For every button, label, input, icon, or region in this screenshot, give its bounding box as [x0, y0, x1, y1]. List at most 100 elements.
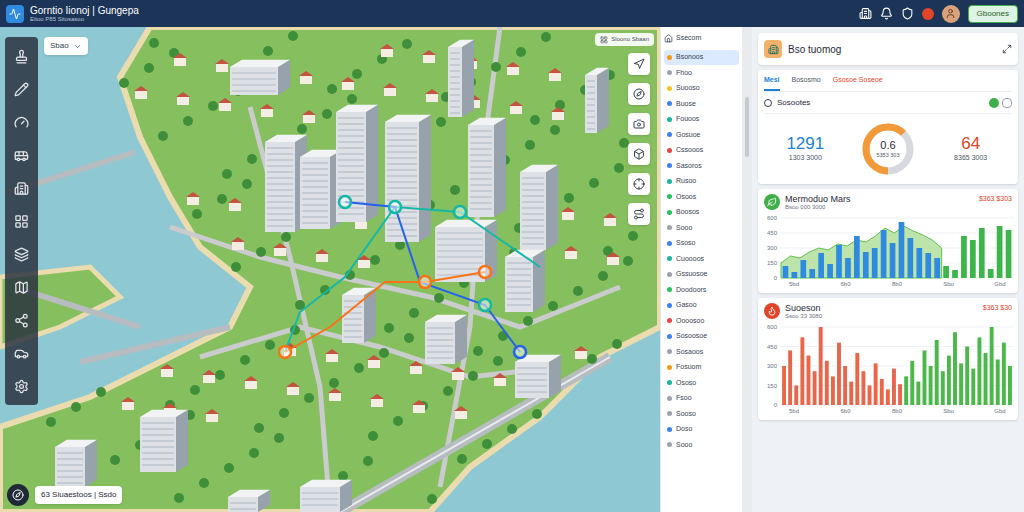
building — [300, 150, 342, 229]
route-node[interactable] — [514, 346, 526, 358]
house — [370, 394, 384, 407]
map-status: 63 Siuaestoos | Ssdo — [35, 486, 122, 504]
bar-chart: 60045030015005bd6b08b0SbuGbd — [764, 214, 1014, 288]
tool-icon[interactable] — [9, 74, 35, 104]
map-tool-icon[interactable] — [628, 143, 650, 165]
list-item[interactable]: Osoos — [664, 189, 739, 205]
list-item[interactable]: Doso — [664, 422, 739, 438]
chart-bar — [861, 371, 865, 405]
map-tool-icon[interactable] — [628, 113, 650, 135]
list-item[interactable]: Fouoos — [664, 112, 739, 128]
status-dot — [667, 411, 672, 416]
building-icon[interactable] — [859, 7, 872, 20]
chart-bar — [970, 240, 976, 278]
tool-icon[interactable] — [9, 173, 35, 203]
city-map[interactable] — [0, 27, 660, 512]
list-item[interactable]: Ososo — [664, 375, 739, 391]
status-dot — [667, 365, 672, 370]
list-item[interactable]: Fsoo — [664, 391, 739, 407]
chart-bar — [827, 264, 833, 278]
list-item[interactable]: Sooo — [664, 437, 739, 453]
list-item[interactable]: Bsonoos — [664, 50, 739, 66]
map-search[interactable]: Sbao — [44, 37, 88, 55]
tab[interactable]: Mesi — [764, 75, 780, 91]
compass-icon[interactable] — [7, 484, 29, 506]
house — [315, 249, 329, 262]
route-node[interactable] — [479, 299, 491, 311]
chart-bar — [952, 270, 958, 278]
layer-chip[interactable]: Sloono Sbaan — [595, 33, 654, 46]
list-item[interactable]: Buose — [664, 96, 739, 112]
list-item[interactable]: Suooso — [664, 81, 739, 97]
chart-bar — [899, 222, 905, 278]
list-item[interactable]: Oooosoo — [664, 313, 739, 329]
map-tool-icon[interactable] — [628, 53, 650, 75]
alert-icon[interactable] — [922, 8, 934, 20]
tool-icon[interactable] — [9, 338, 35, 368]
list-item[interactable]: Fhoo — [664, 65, 739, 81]
scrollbar-thumb[interactable] — [745, 97, 749, 157]
route-node[interactable] — [479, 266, 491, 278]
building — [385, 115, 431, 242]
list-item[interactable]: Sasoros — [664, 158, 739, 174]
tool-icon[interactable] — [9, 41, 35, 71]
list-item[interactable]: Sooo — [664, 220, 739, 236]
chart-bar — [953, 332, 957, 405]
tool-icon[interactable] — [9, 239, 35, 269]
chart-bar — [997, 226, 1003, 278]
map-panel[interactable]: Sbao Sloono Sbaan 63 Siuaestoos | Ssdo — [0, 27, 660, 512]
svg-text:5bd: 5bd — [789, 281, 799, 287]
route-node[interactable] — [389, 201, 401, 213]
map-tool-icon[interactable] — [628, 203, 650, 225]
list-item[interactable]: Boosos — [664, 205, 739, 221]
list-item[interactable]: Sosoosoe — [664, 329, 739, 345]
header-button[interactable]: Gboones — [968, 5, 1018, 23]
map-tool-icon[interactable] — [628, 83, 650, 105]
list-item[interactable]: Cuoooos — [664, 251, 739, 267]
map-tool-icon[interactable] — [628, 173, 650, 195]
list-item[interactable]: Fosuom — [664, 360, 739, 376]
chart-bar — [925, 253, 931, 278]
status-dot — [667, 334, 672, 339]
tool-icon[interactable] — [9, 206, 35, 236]
house — [134, 86, 148, 99]
list-item[interactable]: Gssuosoe — [664, 267, 739, 283]
tab[interactable]: Gsosoe Soseoe — [833, 75, 883, 91]
tool-icon[interactable] — [9, 305, 35, 335]
chart-bar — [818, 253, 824, 278]
house — [202, 370, 216, 383]
section-toggle[interactable] — [989, 98, 1012, 108]
chart-bar — [843, 366, 847, 405]
chart-bar — [916, 382, 920, 405]
svg-text:6b0: 6b0 — [840, 281, 851, 287]
house — [451, 367, 465, 380]
expand-icon[interactable] — [1002, 44, 1012, 54]
bell-icon[interactable] — [880, 7, 893, 20]
house — [493, 373, 507, 386]
list-item[interactable]: Ssoso — [664, 236, 739, 252]
svg-text:Gbd: Gbd — [994, 281, 1005, 287]
tab[interactable]: Bososmo — [792, 75, 821, 91]
house — [574, 346, 588, 359]
route-node[interactable] — [279, 346, 291, 358]
route-node[interactable] — [419, 276, 431, 288]
chart-bar — [990, 327, 994, 405]
chart-title: Mermoduo Mars — [785, 194, 851, 204]
avatar-icon[interactable] — [942, 5, 960, 23]
list-item[interactable]: Gasoo — [664, 298, 739, 314]
tool-icon[interactable] — [9, 371, 35, 401]
tool-icon[interactable] — [9, 107, 35, 137]
house — [341, 77, 355, 90]
tool-icon[interactable] — [9, 272, 35, 302]
route-node[interactable] — [339, 196, 351, 208]
list-item[interactable]: Doodoors — [664, 282, 739, 298]
list-item[interactable]: Sooso — [664, 406, 739, 422]
tool-icon[interactable] — [9, 140, 35, 170]
list-item[interactable]: Cssooos — [664, 143, 739, 159]
shield-icon[interactable] — [901, 7, 914, 20]
route-node[interactable] — [454, 206, 466, 218]
list-item[interactable]: Sosaoos — [664, 344, 739, 360]
list-item[interactable]: Gosuoe — [664, 127, 739, 143]
building — [342, 288, 376, 343]
list-item[interactable]: Rusoo — [664, 174, 739, 190]
